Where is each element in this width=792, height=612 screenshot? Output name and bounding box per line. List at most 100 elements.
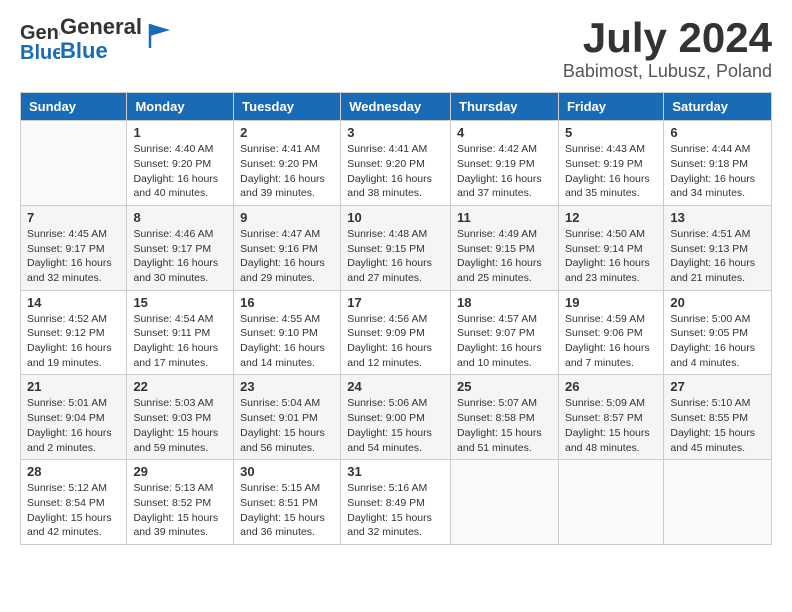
day-info: Sunrise: 4:59 AM Sunset: 9:06 PM Dayligh… [565, 312, 657, 371]
sunrise-text: Sunrise: 4:51 AM [670, 228, 750, 240]
day-number: 10 [347, 210, 444, 225]
daylight-text: Daylight: 16 hours and 7 minutes. [565, 342, 650, 369]
sunrise-text: Sunrise: 5:15 AM [240, 482, 320, 494]
daylight-text: Daylight: 15 hours and 42 minutes. [27, 512, 112, 539]
day-number: 26 [565, 379, 657, 394]
sunrise-text: Sunrise: 4:43 AM [565, 143, 645, 155]
daylight-text: Daylight: 16 hours and 2 minutes. [27, 427, 112, 454]
sunset-text: Sunset: 8:57 PM [565, 412, 643, 424]
day-info: Sunrise: 4:51 AM Sunset: 9:13 PM Dayligh… [670, 227, 765, 286]
table-row: 4 Sunrise: 4:42 AM Sunset: 9:19 PM Dayli… [451, 121, 559, 206]
day-info: Sunrise: 5:16 AM Sunset: 8:49 PM Dayligh… [347, 481, 444, 540]
day-number: 7 [27, 210, 120, 225]
sunrise-text: Sunrise: 5:03 AM [133, 397, 213, 409]
table-row: 5 Sunrise: 4:43 AM Sunset: 9:19 PM Dayli… [558, 121, 663, 206]
day-number: 28 [27, 464, 120, 479]
day-number: 1 [133, 125, 227, 140]
day-number: 3 [347, 125, 444, 140]
daylight-text: Daylight: 16 hours and 29 minutes. [240, 257, 325, 284]
table-row: 1 Sunrise: 4:40 AM Sunset: 9:20 PM Dayli… [127, 121, 234, 206]
day-info: Sunrise: 5:13 AM Sunset: 8:52 PM Dayligh… [133, 481, 227, 540]
daylight-text: Daylight: 16 hours and 17 minutes. [133, 342, 218, 369]
table-row: 21 Sunrise: 5:01 AM Sunset: 9:04 PM Dayl… [21, 375, 127, 460]
daylight-text: Daylight: 16 hours and 39 minutes. [240, 173, 325, 200]
day-number: 13 [670, 210, 765, 225]
table-row: 23 Sunrise: 5:04 AM Sunset: 9:01 PM Dayl… [234, 375, 341, 460]
daylight-text: Daylight: 16 hours and 37 minutes. [457, 173, 542, 200]
day-info: Sunrise: 4:55 AM Sunset: 9:10 PM Dayligh… [240, 312, 334, 371]
day-info: Sunrise: 4:41 AM Sunset: 9:20 PM Dayligh… [347, 142, 444, 201]
daylight-text: Daylight: 16 hours and 34 minutes. [670, 173, 755, 200]
day-number: 19 [565, 295, 657, 310]
month-year-title: July 2024 [563, 15, 772, 61]
day-number: 16 [240, 295, 334, 310]
sunset-text: Sunset: 9:10 PM [240, 327, 318, 339]
sunset-text: Sunset: 9:20 PM [240, 158, 318, 170]
sunrise-text: Sunrise: 5:10 AM [670, 397, 750, 409]
daylight-text: Daylight: 16 hours and 27 minutes. [347, 257, 432, 284]
sunrise-text: Sunrise: 4:57 AM [457, 313, 537, 325]
daylight-text: Daylight: 16 hours and 32 minutes. [27, 257, 112, 284]
table-row: 6 Sunrise: 4:44 AM Sunset: 9:18 PM Dayli… [664, 121, 772, 206]
day-number: 20 [670, 295, 765, 310]
daylight-text: Daylight: 16 hours and 19 minutes. [27, 342, 112, 369]
day-number: 8 [133, 210, 227, 225]
sunrise-text: Sunrise: 5:12 AM [27, 482, 107, 494]
calendar-week-row: 28 Sunrise: 5:12 AM Sunset: 8:54 PM Dayl… [21, 460, 772, 545]
sunset-text: Sunset: 9:16 PM [240, 243, 318, 255]
sunrise-text: Sunrise: 4:49 AM [457, 228, 537, 240]
sunrise-text: Sunrise: 4:47 AM [240, 228, 320, 240]
table-row: 27 Sunrise: 5:10 AM Sunset: 8:55 PM Dayl… [664, 375, 772, 460]
table-row: 10 Sunrise: 4:48 AM Sunset: 9:15 PM Dayl… [341, 205, 451, 290]
day-info: Sunrise: 5:04 AM Sunset: 9:01 PM Dayligh… [240, 396, 334, 455]
sunset-text: Sunset: 8:52 PM [133, 497, 211, 509]
table-row: 22 Sunrise: 5:03 AM Sunset: 9:03 PM Dayl… [127, 375, 234, 460]
day-number: 11 [457, 210, 552, 225]
daylight-text: Daylight: 15 hours and 51 minutes. [457, 427, 542, 454]
sunset-text: Sunset: 9:19 PM [565, 158, 643, 170]
day-number: 31 [347, 464, 444, 479]
table-row: 17 Sunrise: 4:56 AM Sunset: 9:09 PM Dayl… [341, 290, 451, 375]
calendar-header-row: Sunday Monday Tuesday Wednesday Thursday… [21, 93, 772, 121]
logo-general: General [60, 15, 142, 39]
day-info: Sunrise: 4:49 AM Sunset: 9:15 PM Dayligh… [457, 227, 552, 286]
table-row [558, 460, 663, 545]
day-info: Sunrise: 5:15 AM Sunset: 8:51 PM Dayligh… [240, 481, 334, 540]
sunset-text: Sunset: 9:01 PM [240, 412, 318, 424]
daylight-text: Daylight: 15 hours and 59 minutes. [133, 427, 218, 454]
sunrise-text: Sunrise: 4:41 AM [347, 143, 427, 155]
day-number: 30 [240, 464, 334, 479]
sunrise-text: Sunrise: 4:52 AM [27, 313, 107, 325]
day-info: Sunrise: 4:47 AM Sunset: 9:16 PM Dayligh… [240, 227, 334, 286]
daylight-text: Daylight: 16 hours and 23 minutes. [565, 257, 650, 284]
sunrise-text: Sunrise: 4:55 AM [240, 313, 320, 325]
sunrise-text: Sunrise: 4:41 AM [240, 143, 320, 155]
day-number: 6 [670, 125, 765, 140]
svg-text:General: General [20, 22, 60, 44]
day-info: Sunrise: 5:07 AM Sunset: 8:58 PM Dayligh… [457, 396, 552, 455]
day-number: 5 [565, 125, 657, 140]
day-info: Sunrise: 4:52 AM Sunset: 9:12 PM Dayligh… [27, 312, 120, 371]
sunrise-text: Sunrise: 4:54 AM [133, 313, 213, 325]
table-row: 24 Sunrise: 5:06 AM Sunset: 9:00 PM Dayl… [341, 375, 451, 460]
table-row [664, 460, 772, 545]
sunset-text: Sunset: 9:13 PM [670, 243, 748, 255]
sunset-text: Sunset: 9:03 PM [133, 412, 211, 424]
sunset-text: Sunset: 8:54 PM [27, 497, 105, 509]
calendar-week-row: 7 Sunrise: 4:45 AM Sunset: 9:17 PM Dayli… [21, 205, 772, 290]
page-container: General Blue General Blue July 2024 Babi… [0, 0, 792, 560]
daylight-text: Daylight: 15 hours and 56 minutes. [240, 427, 325, 454]
table-row: 31 Sunrise: 5:16 AM Sunset: 8:49 PM Dayl… [341, 460, 451, 545]
sunset-text: Sunset: 9:18 PM [670, 158, 748, 170]
sunrise-text: Sunrise: 5:06 AM [347, 397, 427, 409]
day-number: 14 [27, 295, 120, 310]
sunset-text: Sunset: 9:20 PM [133, 158, 211, 170]
day-number: 23 [240, 379, 334, 394]
table-row: 18 Sunrise: 4:57 AM Sunset: 9:07 PM Dayl… [451, 290, 559, 375]
logo-text-container: General Blue [60, 15, 142, 63]
title-section: July 2024 Babimost, Lubusz, Poland [563, 15, 772, 82]
sunrise-text: Sunrise: 4:59 AM [565, 313, 645, 325]
day-number: 9 [240, 210, 334, 225]
calendar-table: Sunday Monday Tuesday Wednesday Thursday… [20, 92, 772, 545]
day-info: Sunrise: 5:10 AM Sunset: 8:55 PM Dayligh… [670, 396, 765, 455]
